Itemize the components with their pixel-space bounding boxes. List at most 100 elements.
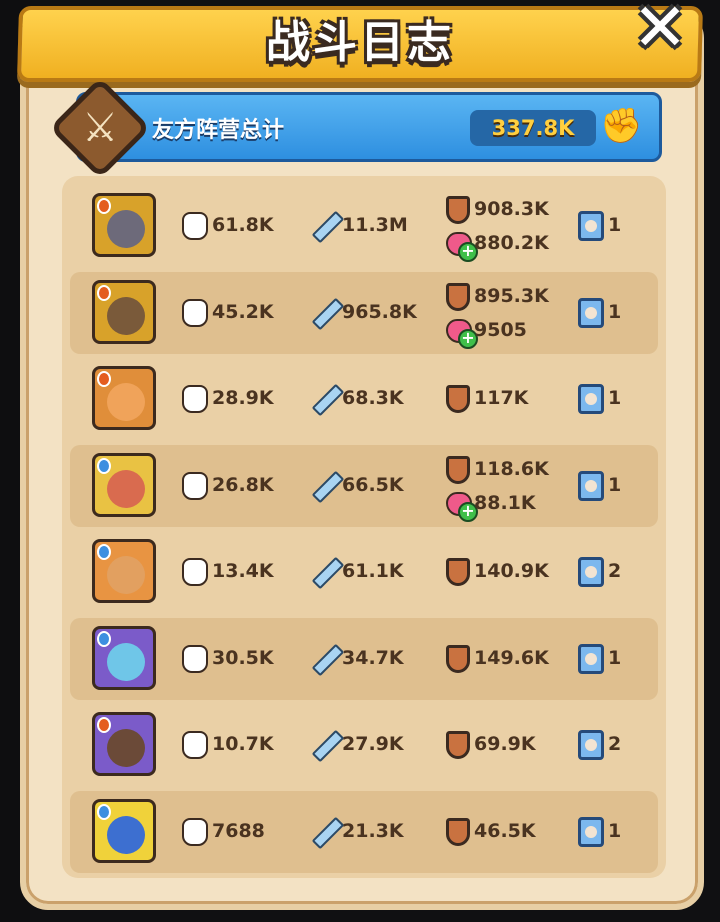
shield-icon — [446, 731, 470, 759]
fire-element-icon — [97, 371, 111, 387]
defense-value: 69.9K — [474, 733, 536, 755]
hero-portrait — [107, 210, 145, 248]
close-icon: ✕ — [632, 0, 688, 66]
shield-icon — [446, 644, 470, 673]
allied-total-label: 友方阵营总计 — [152, 118, 285, 143]
count-value: 1 — [608, 473, 622, 496]
fist-icon — [182, 644, 208, 673]
count-value: 1 — [608, 646, 622, 669]
water-element-icon — [97, 803, 111, 820]
sword-icon — [310, 731, 338, 759]
defense-value: 149.6K — [474, 646, 549, 669]
power-value: 7688 — [212, 819, 265, 842]
sword-icon — [310, 645, 338, 673]
heal-icon — [446, 318, 478, 349]
sword-icon — [310, 212, 338, 240]
scroll-icon — [578, 643, 604, 674]
count-value: 1 — [608, 387, 622, 409]
hero-portrait — [107, 469, 145, 508]
defense-value: 908.3K — [474, 198, 549, 220]
fire-element-icon — [97, 717, 111, 733]
hero-portrait — [107, 383, 145, 421]
crossed-swords-icon: ⚔ — [82, 105, 118, 151]
water-element-icon — [97, 544, 111, 560]
scroll-icon — [578, 297, 604, 328]
sword-icon — [310, 299, 338, 327]
fist-icon — [182, 471, 208, 500]
heal-value: 9505 — [474, 318, 527, 341]
fist-icon — [182, 385, 208, 413]
damage-value: 27.9K — [342, 733, 404, 755]
scroll-icon — [578, 470, 604, 501]
damage-value: 66.5K — [342, 473, 404, 496]
damage-value: 61.1K — [342, 560, 404, 582]
shield-icon — [446, 455, 470, 484]
hero-portrait — [107, 642, 145, 681]
fire-element-icon — [97, 284, 111, 301]
scroll-icon — [578, 384, 604, 414]
count-value: 2 — [608, 733, 622, 755]
water-element-icon — [97, 457, 111, 474]
hero-avatar[interactable] — [92, 193, 156, 257]
hero-portrait — [107, 729, 145, 767]
heal-icon — [446, 491, 478, 522]
hero-avatar[interactable] — [92, 625, 156, 690]
count-value: 1 — [608, 214, 622, 236]
power-value: 10.7K — [212, 733, 274, 755]
hero-avatar[interactable] — [92, 452, 156, 517]
hero-avatar[interactable] — [92, 798, 156, 863]
defense-value: 46.5K — [474, 819, 536, 842]
power-value: 13.4K — [212, 560, 274, 582]
fire-element-icon — [97, 198, 111, 214]
fist-icon — [182, 817, 208, 846]
damage-value: 965.8K — [342, 300, 417, 323]
hero-portrait — [107, 556, 145, 594]
fist-icon — [182, 731, 208, 759]
fist-icon — [182, 558, 208, 586]
fist-icon — [182, 298, 208, 327]
heal-value: 880.2K — [474, 232, 549, 254]
fist-icon: ✊ — [600, 106, 643, 146]
power-value: 61.8K — [212, 214, 274, 236]
sword-icon — [310, 385, 338, 413]
sword-icon — [310, 472, 338, 500]
defense-value: 895.3K — [474, 284, 549, 307]
defense-value: 140.9K — [474, 560, 549, 582]
damage-value: 34.7K — [342, 646, 404, 669]
defense-value: 118.6K — [474, 457, 549, 480]
count-value: 1 — [608, 300, 622, 323]
damage-value: 21.3K — [342, 819, 404, 842]
page-title: 战斗日志 — [266, 17, 454, 68]
hero-portrait — [107, 296, 145, 335]
power-value: 45.2K — [212, 300, 274, 323]
scroll-icon — [578, 730, 604, 760]
scroll-icon — [578, 557, 604, 587]
close-button[interactable]: ✕ — [626, 0, 694, 61]
hero-avatar[interactable] — [92, 712, 156, 776]
power-value: 26.8K — [212, 473, 274, 496]
count-value: 2 — [608, 560, 622, 582]
hero-avatar[interactable] — [92, 279, 156, 344]
count-value: 1 — [608, 819, 622, 842]
fist-icon — [182, 212, 208, 240]
hero-avatar[interactable] — [92, 366, 156, 430]
damage-value: 68.3K — [342, 387, 404, 409]
allied-total-value: 337.8K — [470, 110, 596, 146]
heal-icon — [446, 232, 478, 262]
hero-avatar[interactable] — [92, 539, 156, 603]
water-element-icon — [97, 630, 111, 647]
shield-icon — [446, 196, 470, 224]
power-value: 30.5K — [212, 646, 274, 669]
defense-value: 117K — [474, 387, 529, 409]
heal-value: 88.1K — [474, 491, 536, 514]
scroll-icon — [578, 211, 604, 241]
damage-value: 11.3M — [342, 214, 408, 236]
hero-portrait — [107, 815, 145, 854]
sword-icon — [310, 558, 338, 586]
sword-icon — [310, 818, 338, 846]
shield-icon — [446, 817, 470, 846]
shield-icon — [446, 385, 470, 413]
power-value: 28.9K — [212, 387, 274, 409]
scroll-icon — [578, 816, 604, 847]
shield-icon — [446, 558, 470, 586]
